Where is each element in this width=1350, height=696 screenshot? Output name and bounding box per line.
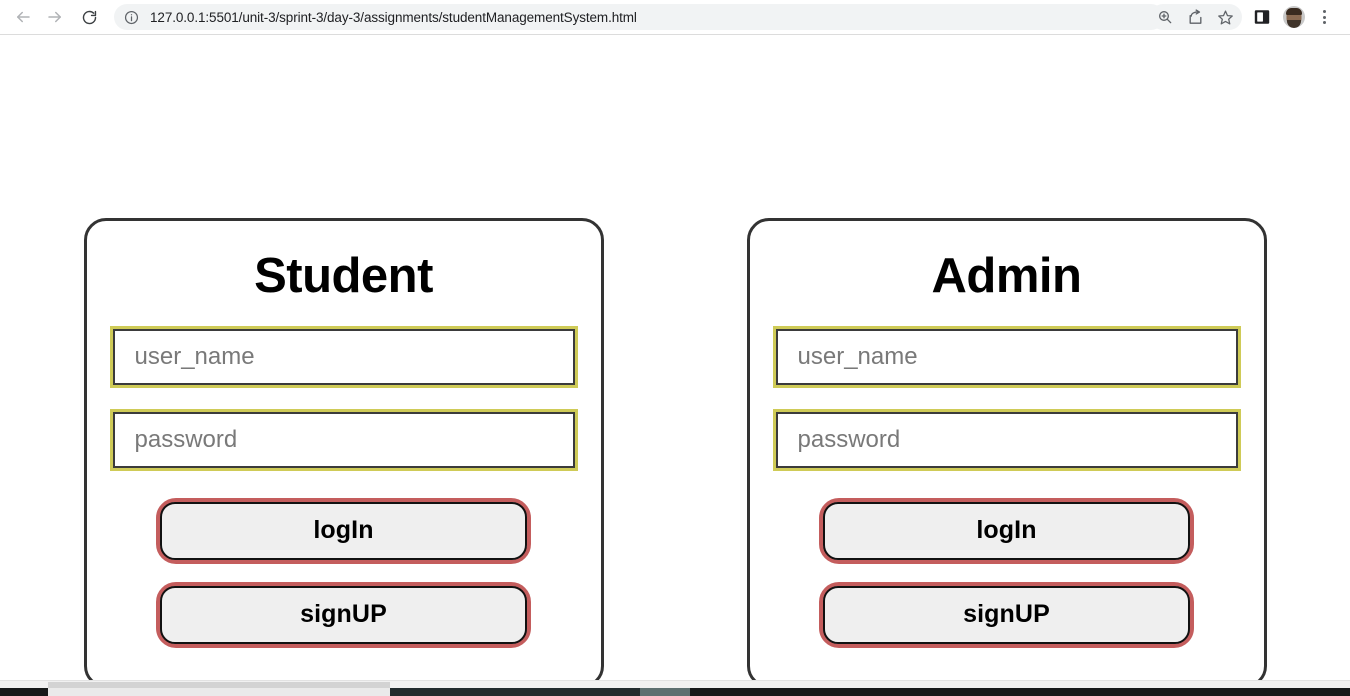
info-circle-glyph <box>124 10 138 24</box>
admin-username-field-inner <box>775 328 1238 385</box>
browser-toolbar-right <box>1248 3 1336 31</box>
student-password-input[interactable] <box>114 413 573 466</box>
taskbar-segment <box>0 688 48 696</box>
taskbar-segment <box>690 688 1350 696</box>
page-viewport: Student logIn signUP Admin <box>0 35 1350 688</box>
star-glyph <box>1217 9 1233 25</box>
kebab-dot <box>1322 21 1326 24</box>
reload-icon[interactable] <box>74 2 104 32</box>
address-bar[interactable]: 127.0.0.1:5501/unit-3/sprint-3/day-3/ass… <box>114 4 1164 30</box>
admin-username-field[interactable] <box>772 325 1241 388</box>
zoom-icon[interactable] <box>1150 4 1180 30</box>
taskbar-segment <box>48 688 390 696</box>
taskbar-strip <box>0 688 1350 696</box>
browser-toolbar: 127.0.0.1:5501/unit-3/sprint-3/day-3/ass… <box>0 0 1350 35</box>
forward-icon[interactable] <box>40 2 70 32</box>
admin-signup-button-frame: signUP <box>819 581 1194 648</box>
student-username-field-inner <box>112 328 575 385</box>
back-arrow-glyph <box>17 11 30 23</box>
kebab-menu-icon[interactable] <box>1312 3 1336 31</box>
avatar-beard <box>1287 20 1301 28</box>
share-icon[interactable] <box>1180 4 1210 30</box>
student-login-button-frame: logIn <box>156 497 531 564</box>
taskbar-segment <box>640 688 690 696</box>
student-signup-button-frame: signUP <box>156 581 531 648</box>
admin-username-input[interactable] <box>777 330 1236 383</box>
student-signup-button[interactable]: signUP <box>160 585 527 644</box>
student-username-input[interactable] <box>114 330 573 383</box>
omnibox-action-group <box>1150 4 1242 30</box>
admin-password-field-inner <box>775 411 1238 468</box>
admin-login-button-frame: logIn <box>819 497 1194 564</box>
kebab-dot <box>1322 15 1326 19</box>
student-card-title: Student <box>254 249 433 303</box>
admin-password-input[interactable] <box>777 413 1236 466</box>
admin-password-field[interactable] <box>772 408 1241 471</box>
admin-login-card: Admin logIn signUP <box>746 218 1267 688</box>
avatar-hair <box>1286 7 1302 15</box>
side-panel-icon[interactable] <box>1248 3 1276 31</box>
student-login-card: Student logIn signUP <box>83 218 604 688</box>
kebab-dot <box>1322 10 1326 13</box>
magnifier-plus-glyph <box>1159 11 1172 24</box>
bookmark-star-icon[interactable] <box>1210 4 1240 30</box>
side-panel-glyph <box>1254 10 1270 24</box>
student-password-field[interactable] <box>109 408 578 471</box>
admin-card-title: Admin <box>931 249 1082 303</box>
student-login-button[interactable]: logIn <box>160 501 527 560</box>
admin-signup-button[interactable]: signUP <box>823 585 1190 644</box>
back-icon[interactable] <box>8 2 38 32</box>
admin-login-button[interactable]: logIn <box>823 501 1190 560</box>
student-password-field-inner <box>112 411 575 468</box>
forward-arrow-glyph <box>48 11 61 23</box>
avatar[interactable] <box>1283 6 1305 28</box>
horizontal-scrollbar[interactable] <box>0 680 1350 689</box>
student-username-field[interactable] <box>109 325 578 388</box>
site-info-icon[interactable] <box>122 8 140 26</box>
taskbar-segment <box>390 688 640 696</box>
login-cards-row: Student logIn signUP Admin <box>0 218 1350 688</box>
url-text: 127.0.0.1:5501/unit-3/sprint-3/day-3/ass… <box>150 9 637 25</box>
reload-arrow-glyph <box>82 10 96 24</box>
share-arrow-glyph <box>1189 8 1201 24</box>
